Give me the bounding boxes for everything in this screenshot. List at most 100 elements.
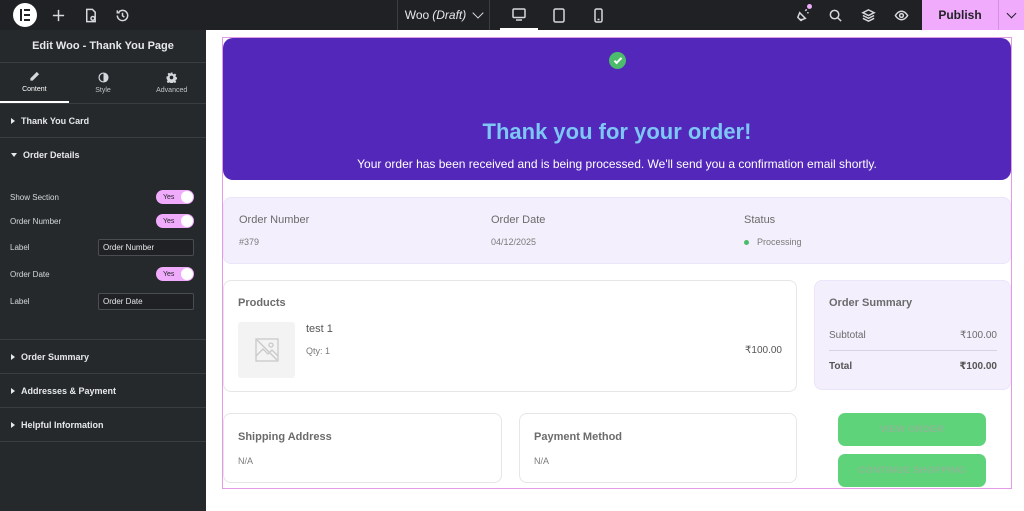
- total-row: Total ₹100.00: [829, 361, 997, 372]
- order-status-label: Status: [744, 214, 776, 226]
- subtotal-value: ₹100.00: [960, 330, 997, 341]
- section-label: Addresses & Payment: [21, 385, 117, 396]
- mobile-view-button[interactable]: [579, 0, 617, 30]
- editor-panel: Edit Woo - Thank You Page Content Style …: [0, 30, 206, 511]
- control-show-section: Show Section Yes: [10, 188, 194, 206]
- order-details-card: Order Number #379 Order Date 04/12/2025 …: [223, 197, 1011, 264]
- order-status-value: Processing: [757, 237, 802, 247]
- section-label: Order Details: [23, 150, 80, 160]
- continue-shopping-button[interactable]: CONTINUE SHOPPING: [838, 454, 986, 487]
- products-heading: Products: [238, 297, 286, 309]
- toggle-value: Yes: [163, 193, 175, 201]
- section-label: Thank You Card: [21, 115, 90, 126]
- control-label: Order Number: [10, 216, 62, 226]
- gear-icon: [166, 72, 178, 83]
- pencil-icon: [30, 71, 39, 81]
- shipping-address-heading: Shipping Address: [238, 431, 332, 443]
- section-order-details[interactable]: Order Details: [0, 138, 206, 172]
- thank-you-title: Thank you for your order!: [482, 119, 752, 144]
- half-circle-icon: [97, 72, 109, 83]
- payment-method-card: Payment Method N/A: [519, 413, 797, 483]
- document-status: (Draft): [432, 8, 467, 22]
- order-date-value: 04/12/2025: [491, 237, 537, 247]
- control-label: Order Date: [10, 269, 50, 279]
- product-quantity: Qty: 1: [306, 346, 331, 356]
- section-addresses-payment[interactable]: Addresses & Payment: [0, 374, 206, 408]
- top-bar: Woo (Draft) Publish: [0, 0, 1024, 30]
- desktop-view-button[interactable]: [500, 0, 538, 30]
- panel-title: Edit Woo - Thank You Page: [0, 30, 206, 63]
- control-order-date-label: Label: [10, 292, 194, 310]
- publish-button[interactable]: Publish: [922, 0, 998, 30]
- order-number-toggle[interactable]: Yes: [156, 214, 194, 228]
- view-order-button[interactable]: VIEW ORDER: [838, 413, 986, 446]
- preview-canvas: Thank you for your order! Your order has…: [206, 30, 1024, 511]
- caret-right-icon: [11, 387, 15, 394]
- tab-content-label: Content: [22, 86, 47, 93]
- control-label: Label: [10, 242, 30, 252]
- document-name: Woo: [404, 8, 430, 22]
- caret-right-icon: [11, 421, 15, 428]
- document-title-dropdown[interactable]: Woo (Draft): [397, 0, 490, 30]
- products-card: Products test 1 Qty: 1 ₹100.00: [223, 280, 797, 392]
- plus-icon[interactable]: [43, 0, 73, 30]
- order-number-label-input[interactable]: [98, 238, 194, 256]
- total-value: ₹100.00: [959, 361, 997, 372]
- section-label: Order Summary: [21, 351, 90, 362]
- tab-advanced[interactable]: Advanced: [137, 63, 206, 103]
- order-date-label-input[interactable]: [98, 292, 194, 310]
- layers-icon[interactable]: [853, 0, 883, 30]
- history-icon[interactable]: [107, 0, 137, 30]
- panel-tabs: Content Style Advanced: [0, 63, 206, 104]
- control-label: Show Section: [10, 192, 59, 202]
- check-circle-icon: [609, 52, 626, 69]
- product-price: ₹100.00: [745, 345, 782, 356]
- order-date-label: Order Date: [491, 214, 546, 226]
- search-icon[interactable]: [820, 0, 850, 30]
- shipping-address-value: N/A: [238, 456, 254, 466]
- order-date-toggle[interactable]: Yes: [156, 267, 194, 281]
- chevron-down-icon: [1006, 8, 1017, 18]
- order-summary-card: Order Summary Subtotal ₹100.00 Total ₹10…: [814, 280, 1011, 390]
- order-number-label: Order Number: [239, 214, 310, 226]
- caret-right-icon: [11, 117, 15, 124]
- page-settings-icon[interactable]: [75, 0, 105, 30]
- section-label: Helpful Information: [21, 419, 104, 430]
- thank-you-card[interactable]: Thank you for your order! Your order has…: [223, 38, 1011, 180]
- section-order-summary[interactable]: Order Summary: [0, 340, 206, 374]
- preview-eye-icon[interactable]: [886, 0, 916, 30]
- tab-style[interactable]: Style: [69, 63, 138, 103]
- publish-options-button[interactable]: [998, 0, 1024, 30]
- status-dot-icon: [744, 239, 749, 245]
- image-placeholder-icon: [254, 338, 279, 362]
- tablet-icon: [553, 7, 565, 23]
- tab-advanced-label: Advanced: [156, 87, 188, 94]
- notifications-icon[interactable]: [787, 0, 817, 30]
- section-thank-you-card[interactable]: Thank You Card: [0, 104, 206, 138]
- control-order-number-label: Label: [10, 238, 194, 256]
- notification-badge: [807, 4, 812, 9]
- tab-style-label: Style: [95, 87, 111, 94]
- tablet-view-button[interactable]: [540, 0, 578, 30]
- tab-content[interactable]: Content: [0, 63, 69, 103]
- payment-method-value: N/A: [534, 456, 550, 466]
- desktop-icon: [512, 7, 526, 21]
- order-number-field: Order Number #379: [239, 214, 309, 247]
- toggle-value: Yes: [163, 217, 175, 225]
- mobile-icon: [593, 7, 603, 23]
- product-name[interactable]: test 1: [306, 323, 333, 335]
- order-date-field: Order Date 04/12/2025: [491, 214, 545, 247]
- caret-down-icon: [11, 153, 17, 157]
- order-summary-heading: Order Summary: [829, 297, 913, 309]
- section-helpful-information[interactable]: Helpful Information: [0, 408, 206, 442]
- subtotal-label: Subtotal: [829, 330, 866, 341]
- subtotal-row: Subtotal ₹100.00: [829, 330, 997, 341]
- summary-divider: [829, 350, 997, 351]
- chevron-down-icon: [472, 7, 484, 19]
- product-thumbnail[interactable]: [238, 322, 295, 378]
- elementor-logo-icon[interactable]: [13, 3, 37, 27]
- toggle-value: Yes: [163, 270, 175, 278]
- total-label: Total: [829, 361, 853, 372]
- order-status-field: Status Processing: [744, 214, 802, 247]
- show-section-toggle[interactable]: Yes: [156, 190, 194, 204]
